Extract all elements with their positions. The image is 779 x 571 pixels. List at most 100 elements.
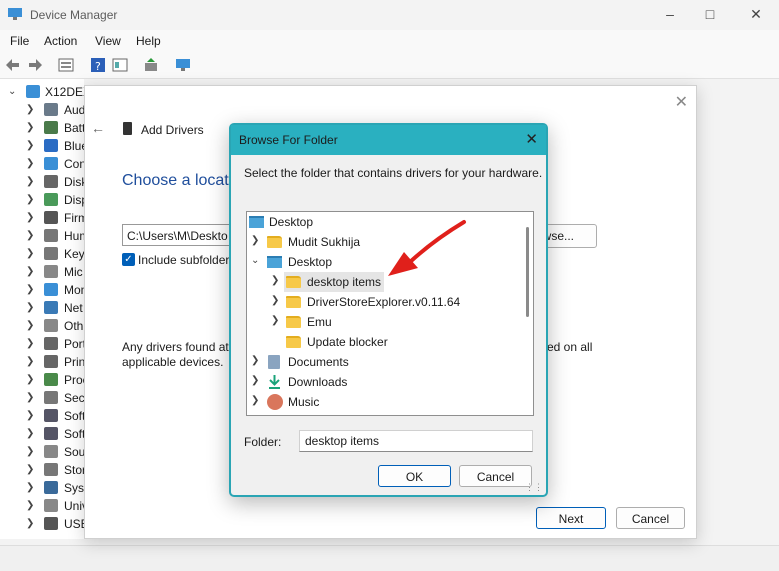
chevron-right-icon[interactable]: ❯ bbox=[26, 320, 34, 331]
tree-item-driverstore[interactable]: ❯ DriverStoreExplorer.v0.11.64 bbox=[247, 292, 533, 312]
chevron-right-icon[interactable]: ❯ bbox=[251, 235, 259, 246]
chevron-right-icon[interactable]: ❯ bbox=[26, 248, 34, 259]
help-icon[interactable]: ? bbox=[90, 57, 106, 73]
device-category-label: Firm bbox=[64, 211, 84, 225]
chevron-right-icon[interactable]: ❯ bbox=[26, 428, 34, 439]
chevron-right-icon[interactable]: ❯ bbox=[26, 410, 34, 421]
desktop-icon bbox=[267, 256, 282, 268]
tree-item-update-blocker[interactable]: Update blocker bbox=[247, 332, 533, 352]
back-arrow-icon[interactable]: ← bbox=[91, 120, 105, 136]
next-button[interactable]: Next bbox=[536, 507, 606, 529]
device-category[interactable]: ❯ Oth bbox=[0, 317, 84, 335]
chevron-right-icon[interactable]: ❯ bbox=[26, 392, 34, 403]
device-category[interactable]: ❯ Prin bbox=[0, 353, 84, 371]
chevron-right-icon[interactable]: ❯ bbox=[26, 518, 34, 529]
chevron-right-icon[interactable]: ❯ bbox=[26, 122, 34, 133]
chevron-right-icon[interactable]: ❯ bbox=[26, 284, 34, 295]
chevron-right-icon[interactable]: ❯ bbox=[26, 500, 34, 511]
chevron-right-icon[interactable]: ❯ bbox=[26, 482, 34, 493]
device-category[interactable]: ❯ Batt bbox=[0, 119, 84, 137]
device-category[interactable]: ❯ Port bbox=[0, 335, 84, 353]
device-category[interactable]: ❯ Univ bbox=[0, 497, 84, 515]
minimize-button[interactable]: – bbox=[655, 4, 685, 24]
device-category[interactable]: ❯ Aud bbox=[0, 101, 84, 119]
view-icon[interactable] bbox=[112, 57, 128, 73]
close-icon[interactable]: ✕ bbox=[525, 130, 538, 148]
chevron-right-icon[interactable]: ❯ bbox=[26, 464, 34, 475]
device-category[interactable]: ❯ Hum bbox=[0, 227, 84, 245]
menu-file[interactable]: File bbox=[10, 34, 29, 48]
device-category[interactable]: ❯ Disk bbox=[0, 173, 84, 191]
device-category[interactable]: ❯ Stor bbox=[0, 461, 84, 479]
device-category[interactable]: ❯ Sou bbox=[0, 443, 84, 461]
device-category[interactable]: ❯ Proc bbox=[0, 371, 84, 389]
device-category-icon bbox=[44, 175, 58, 188]
chevron-right-icon[interactable]: ❯ bbox=[26, 266, 34, 277]
folder-input[interactable]: desktop items bbox=[299, 430, 533, 452]
update-driver-icon[interactable] bbox=[143, 57, 159, 73]
close-window-button[interactable]: ✕ bbox=[741, 4, 771, 24]
chevron-right-icon[interactable]: ❯ bbox=[251, 395, 259, 406]
chevron-right-icon[interactable]: ❯ bbox=[26, 230, 34, 241]
device-category[interactable]: ❯ Blue bbox=[0, 137, 84, 155]
resize-grip-icon[interactable]: ⋮⋮ bbox=[525, 482, 543, 493]
device-category[interactable]: ❯ Firm bbox=[0, 209, 84, 227]
device-category[interactable]: ❯ Mon bbox=[0, 281, 84, 299]
tree-item-emu[interactable]: ❯ Emu bbox=[247, 312, 533, 332]
chevron-right-icon[interactable]: ❯ bbox=[251, 375, 259, 386]
chevron-right-icon[interactable]: ❯ bbox=[26, 302, 34, 313]
chevron-right-icon[interactable]: ❯ bbox=[26, 140, 34, 151]
tree-item-music[interactable]: ❯ Music bbox=[247, 392, 533, 412]
chevron-right-icon[interactable]: ❯ bbox=[26, 158, 34, 169]
browse-description: Select the folder that contains drivers … bbox=[244, 166, 543, 180]
tree-root[interactable]: ⌄ X12DEX bbox=[0, 83, 85, 101]
device-category[interactable]: ❯ Soft bbox=[0, 407, 84, 425]
scan-hardware-icon[interactable] bbox=[175, 57, 191, 73]
folder-label: Folder: bbox=[244, 435, 282, 449]
chevron-right-icon[interactable]: ❯ bbox=[26, 356, 34, 367]
device-category[interactable]: ❯ Sec bbox=[0, 389, 84, 407]
device-manager-icon bbox=[8, 8, 22, 20]
device-category[interactable]: ❯ USB bbox=[0, 515, 84, 533]
device-category[interactable]: ❯ Net bbox=[0, 299, 84, 317]
menu-help[interactable]: Help bbox=[136, 34, 161, 48]
tree-item-desktop-items[interactable]: desktop items bbox=[284, 272, 384, 292]
forward-arrow-icon[interactable] bbox=[27, 57, 43, 73]
chevron-right-icon[interactable]: ❯ bbox=[271, 315, 279, 326]
tree-item-downloads[interactable]: ❯ Downloads bbox=[247, 372, 533, 392]
device-category[interactable]: ❯ Key bbox=[0, 245, 84, 263]
include-subfolders-checkbox[interactable]: ✓ bbox=[122, 253, 135, 266]
cancel-button[interactable]: Cancel bbox=[459, 465, 532, 487]
device-category[interactable]: ❯ Mic bbox=[0, 263, 84, 281]
chevron-right-icon[interactable]: ❯ bbox=[271, 275, 279, 286]
maximize-button[interactable]: □ bbox=[695, 4, 725, 24]
chevron-right-icon[interactable]: ❯ bbox=[26, 446, 34, 457]
device-category-label: Key bbox=[64, 247, 84, 261]
chevron-right-icon[interactable]: ❯ bbox=[271, 295, 279, 306]
device-category[interactable]: ❯ Syst bbox=[0, 479, 84, 497]
cancel-button[interactable]: Cancel bbox=[616, 507, 685, 529]
back-arrow-icon[interactable] bbox=[5, 57, 21, 73]
device-category[interactable]: ❯ Disp bbox=[0, 191, 84, 209]
chevron-right-icon[interactable]: ❯ bbox=[26, 212, 34, 223]
chevron-right-icon[interactable]: ❯ bbox=[251, 355, 259, 366]
device-category[interactable]: ❯ Soft bbox=[0, 425, 84, 443]
tree-scrollbar[interactable] bbox=[526, 227, 529, 317]
menu-view[interactable]: View bbox=[95, 34, 121, 48]
chevron-right-icon[interactable]: ❯ bbox=[26, 374, 34, 385]
chevron-down-icon[interactable]: ⌄ bbox=[8, 86, 16, 97]
close-icon[interactable]: ✕ bbox=[675, 92, 688, 112]
chevron-right-icon[interactable]: ❯ bbox=[26, 104, 34, 115]
chevron-right-icon[interactable]: ❯ bbox=[26, 176, 34, 187]
device-category-label: Port bbox=[64, 337, 84, 351]
downloads-icon bbox=[267, 374, 282, 390]
ok-button[interactable]: OK bbox=[378, 465, 451, 487]
properties-icon[interactable] bbox=[58, 57, 74, 73]
menu-action[interactable]: Action bbox=[44, 34, 77, 48]
chevron-right-icon[interactable]: ❯ bbox=[26, 338, 34, 349]
driver-path-input[interactable]: C:\Users\M\Deskto bbox=[122, 224, 232, 246]
device-category[interactable]: ❯ Con bbox=[0, 155, 84, 173]
chevron-down-icon[interactable]: ⌄ bbox=[251, 255, 259, 266]
chevron-right-icon[interactable]: ❯ bbox=[26, 194, 34, 205]
tree-item-documents[interactable]: ❯ Documents bbox=[247, 352, 533, 372]
